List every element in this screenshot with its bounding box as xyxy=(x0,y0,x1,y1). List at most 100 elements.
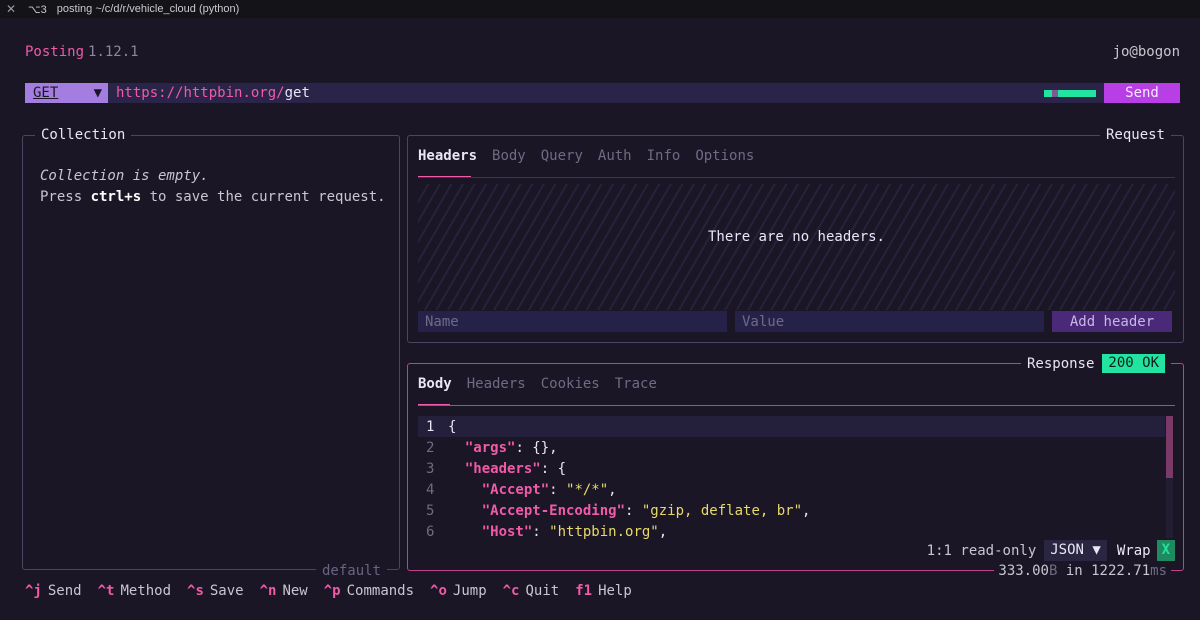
header-name-input[interactable]: Name xyxy=(418,311,727,332)
response-tabs: Body Headers Cookies Trace xyxy=(418,376,672,392)
url-host: httpbin.org/ xyxy=(183,85,285,101)
scrollbar[interactable] xyxy=(1166,416,1173,538)
collection-title: Collection xyxy=(35,126,132,144)
code-text: "headers": { xyxy=(464,460,567,477)
app-title: Posting 1.12.1 xyxy=(25,44,139,60)
footer-key-binding: ^n xyxy=(259,583,277,599)
collection-hint: Press ctrl+s to save the current request… xyxy=(40,189,386,205)
send-button[interactable]: Send xyxy=(1104,83,1180,103)
method-select[interactable]: GET ▼ xyxy=(25,83,108,103)
format-select[interactable]: JSON ▼ xyxy=(1044,540,1107,561)
tab-query[interactable]: Query xyxy=(541,148,583,164)
footer-key-binding: ^o xyxy=(430,583,447,599)
app-name: Posting xyxy=(25,44,85,60)
footer-key-label: Method xyxy=(120,583,172,599)
tab-body[interactable]: Body xyxy=(492,148,526,164)
chevron-down-icon: ▼ xyxy=(93,85,102,101)
tab-info[interactable]: Info xyxy=(647,148,681,164)
response-title-wrap: Response 200 OK xyxy=(1020,354,1171,373)
footer-key-binding: ^c xyxy=(502,583,520,599)
footer-key-label: Quit xyxy=(525,583,560,599)
response-toolbar: 1:1 read-only JSON ▼ Wrap X xyxy=(927,540,1175,561)
scrollbar-thumb[interactable] xyxy=(1166,416,1173,478)
loading-indicator xyxy=(1044,90,1096,97)
chevron-down-icon: ▼ xyxy=(1092,542,1101,558)
footer-key-method[interactable]: ^t Method xyxy=(98,583,171,599)
code-line: 4 "Accept": "*/*", xyxy=(418,479,1165,500)
line-number: 6 xyxy=(426,523,435,540)
code-line: 5 "Accept-Encoding": "gzip, deflate, br"… xyxy=(418,500,1165,521)
format-label: JSON xyxy=(1050,542,1084,558)
line-number: 3 xyxy=(426,460,435,477)
tab-headers[interactable]: Headers xyxy=(418,148,477,164)
tab-auth[interactable]: Auth xyxy=(598,148,632,164)
user-host: jo@bogon xyxy=(1112,44,1180,60)
footer-key-commands[interactable]: ^p Commands xyxy=(324,583,414,599)
keybinding-footer: ^j Send ^t Method ^s Save ^n New ^p Commands ^o Jum… xyxy=(25,583,648,599)
url-scheme: https:// xyxy=(116,85,184,101)
code-text: "Accept": "*/*", xyxy=(481,481,617,498)
url-bar: GET ▼ https://httpbin.org/get Send xyxy=(25,83,1180,103)
code-line: 2 "args": {}, xyxy=(418,437,1165,458)
headers-table: There are no headers. xyxy=(418,184,1175,310)
footer-key-quit[interactable]: ^c Quit xyxy=(503,583,560,599)
header-value-input[interactable]: Value xyxy=(735,311,1044,332)
line-number: 5 xyxy=(426,502,435,519)
collection-panel: Collection Collection is empty. Press ct… xyxy=(22,126,400,579)
tab-response-trace[interactable]: Trace xyxy=(615,376,657,392)
window-shortcut: ⌥3 xyxy=(28,3,47,16)
footer-key-jump[interactable]: ^o Jump xyxy=(430,583,487,599)
code-line: 6 "Host": "httpbin.org", xyxy=(418,521,1165,542)
footer-key-label: Jump xyxy=(452,583,487,599)
url-path: get xyxy=(284,85,310,101)
footer-key-label: Save xyxy=(209,583,244,599)
no-headers-message: There are no headers. xyxy=(707,229,885,245)
wrap-toggle[interactable]: X xyxy=(1156,540,1175,561)
tab-response-headers[interactable]: Headers xyxy=(467,376,526,392)
code-line: 3 "headers": { xyxy=(418,458,1165,479)
line-number: 2 xyxy=(426,439,435,456)
code-text: "Accept-Encoding": "gzip, deflate, br", xyxy=(481,502,811,519)
collection-empty-text: Collection is empty. xyxy=(40,168,209,184)
footer-key-save[interactable]: ^s Save xyxy=(187,583,244,599)
footer-key-binding: f1 xyxy=(575,583,593,599)
timing-separator: in xyxy=(1057,563,1092,579)
code-text: "Host": "httpbin.org", xyxy=(481,523,668,540)
request-tabs: Headers Body Query Auth Info Options xyxy=(418,148,769,164)
footer-key-send[interactable]: ^j Send xyxy=(25,583,82,599)
footer-key-binding: ^s xyxy=(187,583,204,599)
collection-default-tag: default xyxy=(315,563,387,579)
tab-response-cookies[interactable]: Cookies xyxy=(541,376,600,392)
response-timing: 333.00B in 1222.71ms xyxy=(994,562,1171,580)
hint-key: ctrl+s xyxy=(90,189,142,205)
tab-divider xyxy=(418,177,1175,178)
footer-key-binding: ^j xyxy=(25,583,42,599)
app-version: 1.12.1 xyxy=(88,44,139,60)
response-body-viewer[interactable]: 1{2 "args": {}, 3 "headers": {4 "Accept":… xyxy=(418,416,1165,540)
footer-key-label: Commands xyxy=(346,583,415,599)
response-title: Response xyxy=(1026,355,1095,372)
footer-key-new[interactable]: ^n New xyxy=(260,583,308,599)
request-panel: Request Headers Body Query Auth Info Opt… xyxy=(407,126,1184,343)
tab-response-body[interactable]: Body xyxy=(418,376,452,392)
request-title: Request xyxy=(1099,126,1171,144)
footer-key-binding: ^t xyxy=(97,583,115,599)
response-size: 333.00 xyxy=(998,563,1049,579)
window-titlebar: ✕ ⌥3 posting ~/c/d/r/vehicle_cloud (pyth… xyxy=(0,0,1200,18)
close-icon[interactable]: ✕ xyxy=(6,2,20,16)
window-title: posting ~/c/d/r/vehicle_cloud (python) xyxy=(56,3,240,15)
tab-options[interactable]: Options xyxy=(695,148,754,164)
add-header-button[interactable]: Add header xyxy=(1052,311,1172,332)
tab-divider xyxy=(418,405,1175,406)
code-text: { xyxy=(448,418,457,435)
code-text: "args": {}, xyxy=(464,439,558,456)
footer-key-help[interactable]: f1 Help xyxy=(575,583,632,599)
response-time-unit: ms xyxy=(1150,563,1167,579)
line-number: 4 xyxy=(426,481,435,498)
footer-key-label: Help xyxy=(598,583,632,599)
footer-key-label: New xyxy=(282,583,308,599)
line-number: 1 xyxy=(426,418,435,435)
url-input[interactable]: https://httpbin.org/get xyxy=(108,83,1104,103)
footer-key-label: Send xyxy=(47,583,82,599)
response-time: 1222.71 xyxy=(1091,563,1151,579)
